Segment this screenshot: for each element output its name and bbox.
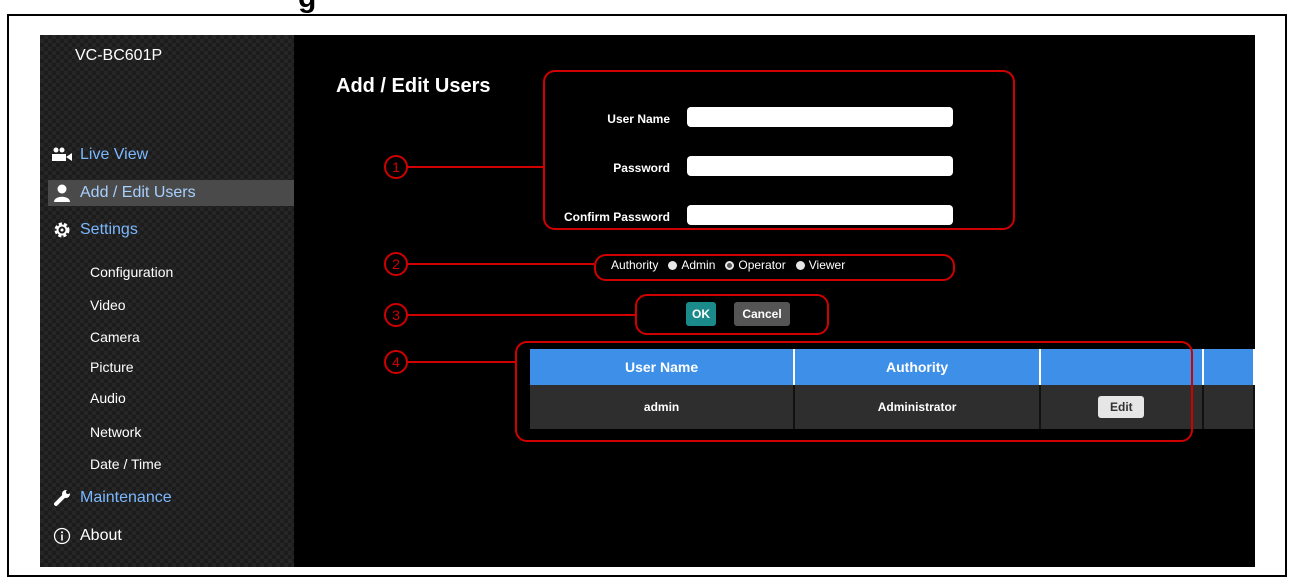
settings-item-network[interactable]: Network (90, 424, 141, 440)
info-icon (48, 525, 76, 547)
nav-maintenance-label: Maintenance (80, 489, 172, 506)
settings-item-video[interactable]: Video (90, 297, 126, 313)
gear-icon (48, 219, 76, 241)
nav-about-label: About (80, 527, 122, 544)
callout-number-4: 4 (384, 350, 408, 374)
document-heading-fragment: g (0, 0, 1294, 14)
camera-users-icon (48, 144, 76, 166)
callout-box-2 (594, 254, 955, 281)
callout-box-4 (515, 341, 1193, 442)
nav-settings-label: Settings (80, 221, 138, 238)
callout-line-2 (407, 263, 594, 265)
callout-number-2: 2 (384, 252, 408, 276)
settings-item-camera[interactable]: Camera (90, 329, 140, 345)
nav-add-edit-users-label: Add / Edit Users (80, 184, 196, 201)
column-header-delete (1202, 349, 1255, 385)
callout-number-3: 3 (384, 303, 408, 327)
settings-item-date-time[interactable]: Date / Time (90, 456, 162, 472)
nav-live-view-label: Live View (80, 146, 149, 163)
nav-maintenance[interactable]: Maintenance (48, 485, 294, 511)
callout-box-3 (635, 294, 829, 335)
nav-about[interactable]: About (48, 523, 294, 549)
model-name: VC-BC601P (75, 47, 163, 64)
callout-line-1 (407, 166, 543, 168)
callout-line-4 (407, 361, 515, 363)
nav-add-edit-users[interactable]: Add / Edit Users (48, 180, 294, 206)
page-title: Add / Edit Users (336, 75, 491, 97)
callout-number-1: 1 (384, 155, 408, 179)
settings-item-picture[interactable]: Picture (90, 359, 134, 375)
cell-delete (1202, 385, 1255, 429)
settings-item-configuration[interactable]: Configuration (90, 264, 173, 280)
callout-line-3 (407, 314, 635, 316)
nav-settings[interactable]: Settings (48, 217, 294, 243)
settings-item-audio[interactable]: Audio (90, 390, 126, 406)
wrench-icon (48, 487, 76, 509)
callout-box-1 (543, 70, 1015, 230)
nav-live-view[interactable]: Live View (48, 142, 294, 168)
user-icon (48, 182, 76, 204)
sidebar: VC-BC601P Live View Add / Edit Users Set… (40, 35, 294, 567)
